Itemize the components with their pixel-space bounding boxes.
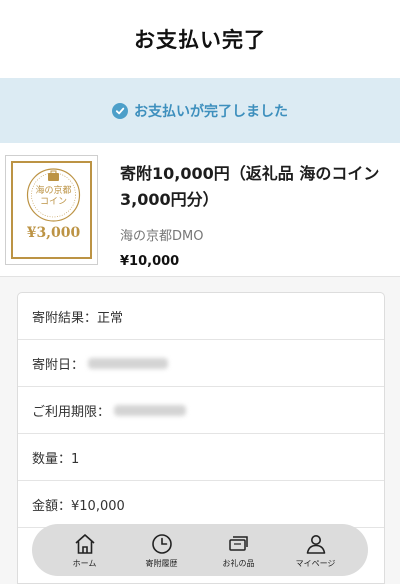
product-price: ¥10,000 (120, 254, 180, 269)
detail-quantity: 数量：1 (32, 451, 80, 467)
nav-label-history: 寄附履歴 (145, 558, 178, 568)
ticket-icon (228, 535, 248, 551)
nav-label-mypage: マイページ (295, 558, 336, 568)
detail-row-date: 寄附日： (18, 340, 384, 387)
product-name: 寄附10,000円（返礼品 海のコイン3,000円分） (120, 164, 380, 209)
nav-item-home[interactable]: ホーム (53, 526, 117, 574)
detail-amount: 金額：¥10,000 (32, 498, 125, 514)
coin-name: 海の京都 コイン (13, 186, 94, 208)
bottom-nav: ホーム 寄附履歴 お礼の品 マイページ (32, 524, 368, 576)
coin-frame: 海の京都 コイン ¥3,000 (11, 161, 92, 259)
page-header: お支払い完了 (0, 0, 400, 78)
page-title: お支払い完了 (134, 28, 266, 52)
nav-item-mypage[interactable]: マイページ (284, 526, 348, 574)
detail-date-label: 寄附日： (32, 357, 85, 373)
product-card: 海の京都 コイン ¥3,000 寄附10,000円（返礼品 海のコイン3,000… (0, 143, 400, 277)
coin-name-line1: 海の京都 (35, 186, 72, 196)
redacted-period (114, 404, 187, 416)
nav-label-gifts: お礼の品 (222, 558, 255, 568)
nav-item-gifts[interactable]: お礼の品 (207, 526, 271, 574)
detail-period-label: ご利用期限： (32, 404, 111, 420)
check-circle-icon (112, 102, 128, 119)
detail-row-amount: 金額：¥10,000 (18, 481, 384, 528)
success-banner: お支払いが完了しました (0, 78, 400, 143)
nav-label-home: ホーム (72, 558, 97, 568)
detail-result: 寄附結果：正常 (32, 310, 124, 326)
detail-row-result: 寄附結果：正常 (18, 293, 384, 340)
user-icon (306, 534, 325, 554)
coin-amount: ¥3,000 (26, 225, 81, 241)
redacted-date (88, 357, 169, 369)
coin-name-line2: コイン (39, 197, 67, 207)
detail-row-period: ご利用期限： (18, 387, 384, 434)
nav-item-history[interactable]: 寄附履歴 (130, 526, 194, 574)
detail-row-quantity: 数量：1 (18, 434, 384, 481)
clock-icon (151, 533, 172, 554)
success-message: お支払いが完了しました (134, 103, 288, 120)
home-icon (74, 533, 95, 554)
coin-thumbnail: 海の京都 コイン ¥3,000 (5, 155, 98, 265)
vendor-name: 海の京都DMO (120, 229, 204, 244)
